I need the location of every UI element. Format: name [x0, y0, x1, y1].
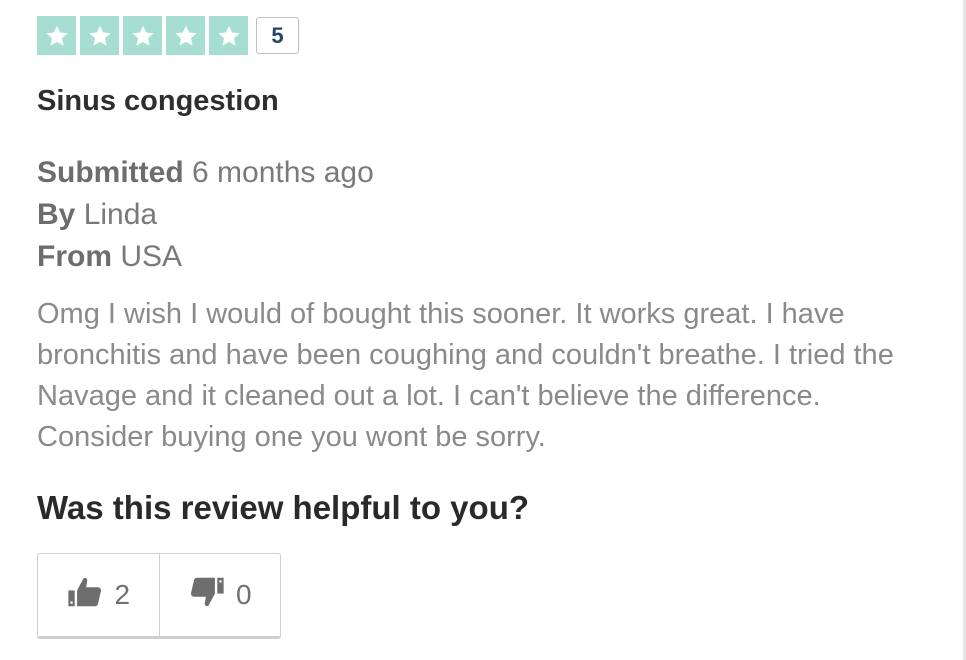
- star-icon: [209, 16, 248, 55]
- helpful-yes-button[interactable]: 2: [38, 554, 159, 636]
- submitted-value: 6 months ago: [192, 156, 374, 189]
- submitted-label: Submitted: [37, 156, 184, 189]
- submitted-line: Submitted 6 months ago: [37, 152, 937, 194]
- author-name: Linda: [83, 198, 158, 231]
- location-value: USA: [120, 240, 183, 273]
- helpful-no-button[interactable]: 0: [158, 554, 281, 636]
- author-label: By: [37, 198, 76, 231]
- star-icon: [123, 16, 162, 55]
- stars-group: [37, 16, 248, 55]
- review-card: 5 Sinus congestion Submitted 6 months ag…: [37, 16, 937, 639]
- star-rating: 5: [37, 16, 937, 55]
- thumbs-up-icon: [66, 573, 104, 618]
- helpful-yes-count: 2: [114, 579, 131, 610]
- helpful-vote-group: 2 0: [37, 553, 281, 639]
- location-line: From USA: [37, 236, 937, 278]
- location-label: From: [37, 240, 112, 273]
- helpful-question: Was this review helpful to you?: [37, 489, 530, 526]
- thumbs-down-icon: [188, 573, 226, 618]
- review-title: Sinus congestion: [37, 85, 279, 117]
- star-icon: [166, 16, 205, 55]
- review-meta: Submitted 6 months ago By Linda From USA: [37, 152, 937, 278]
- review-body: Omg I wish I would of bought this sooner…: [37, 298, 894, 453]
- author-line: By Linda: [37, 194, 937, 236]
- helpful-no-count: 0: [235, 579, 252, 610]
- star-icon: [37, 16, 76, 55]
- star-icon: [80, 16, 119, 55]
- rating-value-badge: 5: [256, 17, 299, 54]
